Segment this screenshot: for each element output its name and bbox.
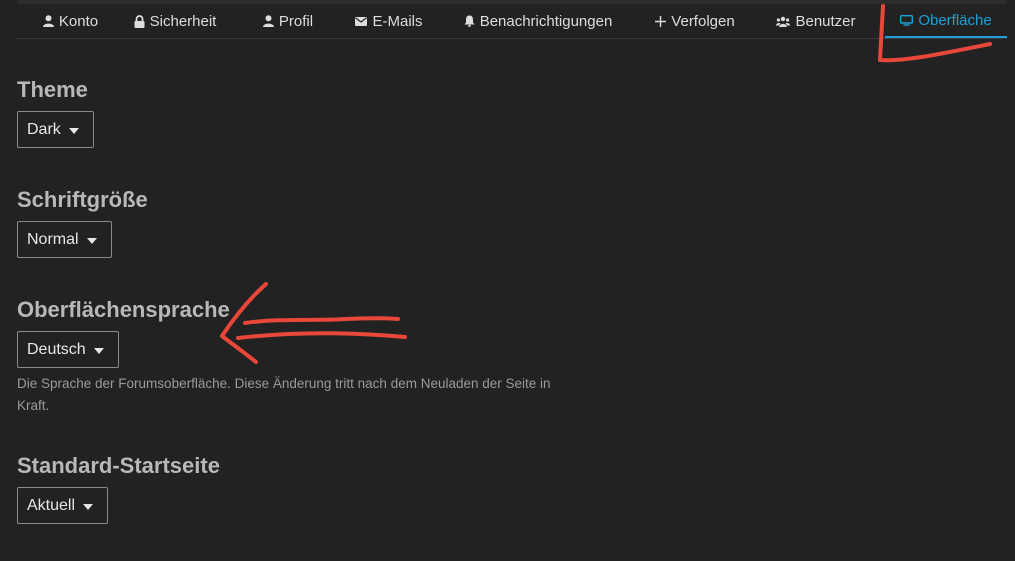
preferences-interface-page: Konto Sicherheit Profil E-Mails Benachri… <box>0 0 1015 561</box>
caret-down-icon <box>68 127 79 134</box>
tab-label: Konto <box>58 12 99 30</box>
user-icon <box>262 15 274 27</box>
tab-label: Sicherheit <box>149 12 217 30</box>
tab-benachrichtigungen[interactable]: Benachrichtigungen <box>461 4 615 38</box>
interface-language-select[interactable]: Deutsch <box>17 331 119 368</box>
default-homepage-select[interactable]: Aktuell <box>17 487 109 524</box>
font-size-heading: Schriftgröße <box>17 187 148 212</box>
annotation-arrow-icon <box>220 282 407 364</box>
users-icon <box>776 16 791 27</box>
plus-icon <box>655 15 667 27</box>
interface-language-heading: Oberflächensprache <box>17 297 230 322</box>
tab-emails[interactable]: E-Mails <box>353 4 425 38</box>
interface-language-help-text: Die Sprache der Forumsoberfläche. Diese … <box>17 376 551 413</box>
tab-profil[interactable]: Profil <box>259 4 317 38</box>
tab-label: E-Mails <box>372 12 423 30</box>
tab-label: Benachrichtigungen <box>479 12 613 30</box>
caret-down-icon <box>83 503 94 510</box>
tab-verfolgen[interactable]: Verfolgen <box>653 4 737 38</box>
caret-down-icon <box>86 237 97 244</box>
desktop-icon <box>900 14 914 26</box>
lock-icon <box>134 14 145 28</box>
theme-select[interactable]: Dark <box>17 111 94 148</box>
interface-language-select-value: Deutsch <box>27 340 86 358</box>
envelope-icon <box>355 16 368 26</box>
tab-label: Oberfläche <box>918 11 992 29</box>
tab-label: Verfolgen <box>671 12 735 30</box>
theme-heading: Theme <box>17 77 88 102</box>
tab-konto[interactable]: Konto <box>34 4 107 38</box>
tab-sicherheit[interactable]: Sicherheit <box>131 4 219 38</box>
tab-label: Profil <box>278 12 314 30</box>
user-icon <box>42 15 54 27</box>
tab-label: Benutzer <box>795 12 856 30</box>
caret-down-icon <box>93 347 104 354</box>
font-size-select-value: Normal <box>27 230 79 248</box>
font-size-select[interactable]: Normal <box>17 221 112 258</box>
default-homepage-heading: Standard-Startseite <box>17 453 220 478</box>
default-homepage-select-value: Aktuell <box>27 496 76 514</box>
tab-oberflaeche[interactable]: Oberfläche <box>885 4 1007 38</box>
preferences-tab-bar: Konto Sicherheit Profil E-Mails Benachri… <box>17 0 1007 39</box>
theme-select-value: Dark <box>27 120 61 138</box>
tab-benutzer[interactable]: Benutzer <box>775 4 857 38</box>
bell-icon <box>464 15 475 27</box>
